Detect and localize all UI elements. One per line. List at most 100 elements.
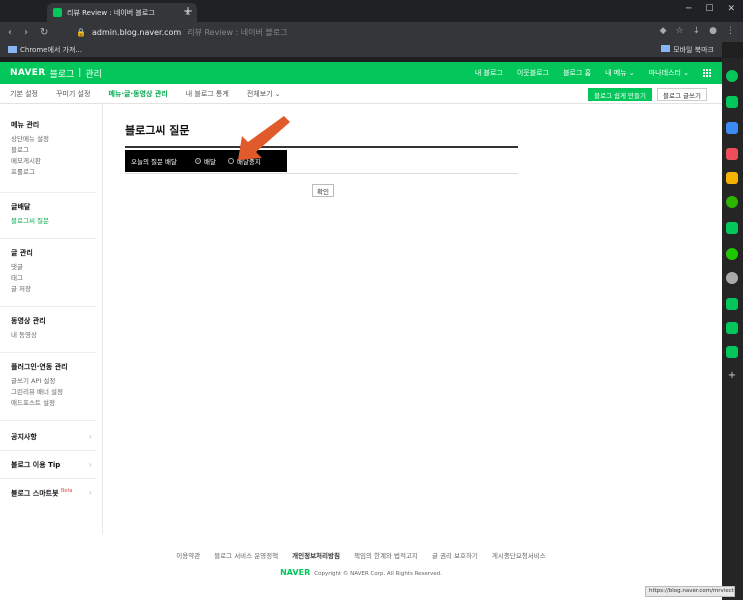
footer-naver-logo: NAVER (280, 568, 311, 577)
reload-icon[interactable]: ↻ (40, 27, 48, 38)
sidebar-item-top-menu[interactable]: 상단메뉴 설정 (11, 134, 97, 145)
tab-active[interactable]: 리뷰 Review : 네이버 블로그 × (47, 3, 197, 22)
menu-icon[interactable]: ⋮ (726, 26, 735, 36)
radio-deliver[interactable]: 배달 (195, 156, 216, 166)
maximize-icon[interactable]: ☐ (705, 4, 713, 14)
book-app-icon[interactable] (726, 346, 738, 358)
sidebar-item-memo-board[interactable]: 메모게시판 (11, 156, 97, 167)
sidebar-item-blog[interactable]: 블로그 (11, 145, 97, 156)
tab-blog-stats[interactable]: 내 블로그 통계 (186, 89, 229, 99)
footer-link-legal[interactable]: 책임의 한계와 법적고지 (354, 550, 418, 560)
sidebar-item-tip[interactable]: 블로그 이용 Tip (11, 460, 97, 474)
section-title: 메뉴 관리 (11, 121, 40, 129)
notice-label: 공지사항 (11, 433, 37, 441)
folder-icon (661, 44, 671, 52)
apps-grid-icon[interactable] (703, 68, 712, 78)
window-controls: ─ ☐ ✕ (686, 4, 735, 14)
header-link-my-blog[interactable]: 내 블로그 (475, 68, 503, 78)
main-area: 메뉴 관리 상단메뉴 설정 블로그 메모게시판 프롤로그 글배달 블로그씨 질문… (0, 104, 722, 600)
forward-icon[interactable]: › (24, 27, 28, 38)
smartbot-label: 블로그 스마트봇 Beta (11, 488, 97, 498)
sidebar-item-tags[interactable]: 태그 (11, 273, 97, 284)
tab-strip: 리뷰 Review : 네이버 블로그 × + ─ ☐ ✕ (0, 0, 743, 22)
page-title: 블로그씨 질문 (125, 124, 190, 137)
divider (0, 478, 96, 479)
blog-logo[interactable]: 블로그 (49, 67, 74, 80)
row-divider (125, 173, 518, 174)
question-label: 오늘의 질문 배달 (131, 158, 177, 166)
extension-icon[interactable]: ◆ (660, 26, 667, 36)
download-icon[interactable]: ↓ (693, 26, 701, 36)
sidebar-item-adpost[interactable]: 애드포스트 설정 (11, 398, 97, 409)
header-link-blog-home[interactable]: 블로그 홈 (563, 68, 591, 78)
write-post-button[interactable]: 블로그 글쓰기 (657, 88, 707, 101)
sidebar-item-save-posts[interactable]: 글 저장 (11, 284, 97, 295)
profile-icon[interactable]: ● (709, 26, 717, 36)
copyright-text: Copyright © NAVER Corp. All Rights Reser… (314, 571, 442, 577)
section-title: 글 관리 (11, 249, 33, 257)
header-link-user[interactable]: 마나데스터 ⌄ (649, 68, 689, 78)
tab-basic-settings[interactable]: 기본 설정 (10, 89, 38, 99)
sidebar-item-prologue[interactable]: 프롤로그 (11, 167, 97, 178)
post-section: 글 관리 댓글 태그 글 저장 (11, 248, 97, 295)
browser-window: 리뷰 Review : 네이버 블로그 × + ─ ☐ ✕ ‹ › ↻ 🔒 ad… (0, 0, 743, 600)
admin-title[interactable]: 관리 (85, 67, 102, 80)
bookmark-mobile[interactable]: 모바일 북마크 (661, 44, 714, 55)
menu-management-section: 메뉴 관리 상단메뉴 설정 블로그 메모게시판 프롤로그 (11, 120, 97, 178)
camera-app-icon[interactable] (726, 298, 738, 310)
add-app-icon[interactable]: + (726, 370, 738, 382)
sidebar-item-green-review[interactable]: 그린리뷰 배너 설정 (11, 387, 97, 398)
memo-app-icon[interactable] (726, 222, 738, 234)
section-title: 플러그인·연동 관리 (11, 363, 68, 371)
minimize-icon[interactable]: ─ (686, 4, 691, 14)
header-link-neighbors[interactable]: 이웃블로그 (517, 68, 549, 78)
admin-label: | (78, 68, 82, 78)
calendar-app-icon[interactable] (726, 122, 738, 134)
bookmark-imported[interactable]: Chrome에서 가져... (20, 45, 82, 55)
back-icon[interactable]: ‹ (8, 27, 12, 38)
mail-app-icon[interactable] (726, 322, 738, 334)
divider (0, 238, 96, 239)
chevron-right-icon: › (88, 432, 92, 441)
address-bar[interactable]: 🔒 admin.blog.naver.com 리뷰 Review : 네이버 블… (76, 24, 606, 40)
divider (0, 450, 96, 451)
confirm-button[interactable]: 확인 (312, 184, 334, 197)
footer-link-terms[interactable]: 이용약관 (176, 550, 200, 560)
close-window-icon[interactable]: ✕ (727, 4, 735, 14)
divider (0, 192, 96, 193)
tab-menu-post-video[interactable]: 메뉴·글·동영상 관리 (108, 89, 167, 99)
sidebar-item-smartbot[interactable]: 블로그 스마트봇 Beta (11, 488, 97, 502)
radio-deliver-label: 배달 (204, 158, 216, 166)
radio-selected-icon (195, 158, 201, 164)
tab-title: 리뷰 Review : 네이버 블로그 (67, 8, 155, 17)
sidebar-item-notice[interactable]: 공지사항 (11, 432, 97, 446)
section-title: 동영상 관리 (11, 317, 46, 325)
sidebar-item-blogc-question[interactable]: 블로그씨 질문 (11, 216, 97, 227)
sidebar-item-comments[interactable]: 댓글 (11, 262, 97, 273)
bookmark-app-icon[interactable] (726, 172, 738, 184)
bookmarks-bar: Chrome에서 가져... 모바일 북마크 (0, 42, 722, 58)
star-icon[interactable]: ☆ (676, 26, 684, 36)
naver-header: NAVER 블로그 | 관리 내 블로그 이웃블로그 블로그 홈 내 메뉴 ⌄ … (0, 62, 722, 84)
naver-logo[interactable]: NAVER (10, 68, 45, 78)
beta-badge: Beta (60, 488, 73, 494)
new-tab-button[interactable]: + (183, 4, 193, 18)
footer-link-takedown[interactable]: 게시중단요청서비스 (492, 550, 546, 560)
chevron-right-icon: › (88, 460, 92, 469)
clock-app-icon[interactable] (726, 272, 738, 284)
footer-link-privacy[interactable]: 개인정보처리방침 (292, 550, 340, 560)
chrome-app-icon[interactable] (726, 196, 738, 208)
sidebar-item-my-videos[interactable]: 내 동영상 (11, 330, 97, 341)
pocket-app-icon[interactable] (726, 148, 738, 160)
play-app-icon[interactable] (726, 248, 738, 260)
admin-sidebar: 메뉴 관리 상단메뉴 설정 블로그 메모게시판 프롤로그 글배달 블로그씨 질문… (0, 104, 103, 534)
tab-design-settings[interactable]: 꾸미기 설정 (56, 89, 90, 99)
talk-app-icon[interactable] (726, 96, 738, 108)
footer-link-rights[interactable]: 글 권리 보호하기 (432, 550, 478, 560)
sidebar-item-write-api[interactable]: 글쓰기 API 설정 (11, 376, 97, 387)
footer-link-policy[interactable]: 블로그 서비스 운영정책 (214, 550, 278, 560)
easy-make-button[interactable]: 블로그 쉽게 만들기 (588, 88, 652, 101)
tab-view-all[interactable]: 전체보기 ⌄ (247, 89, 281, 99)
header-link-my-menu[interactable]: 내 메뉴 ⌄ (605, 68, 635, 78)
naver-app-icon[interactable] (726, 70, 738, 82)
